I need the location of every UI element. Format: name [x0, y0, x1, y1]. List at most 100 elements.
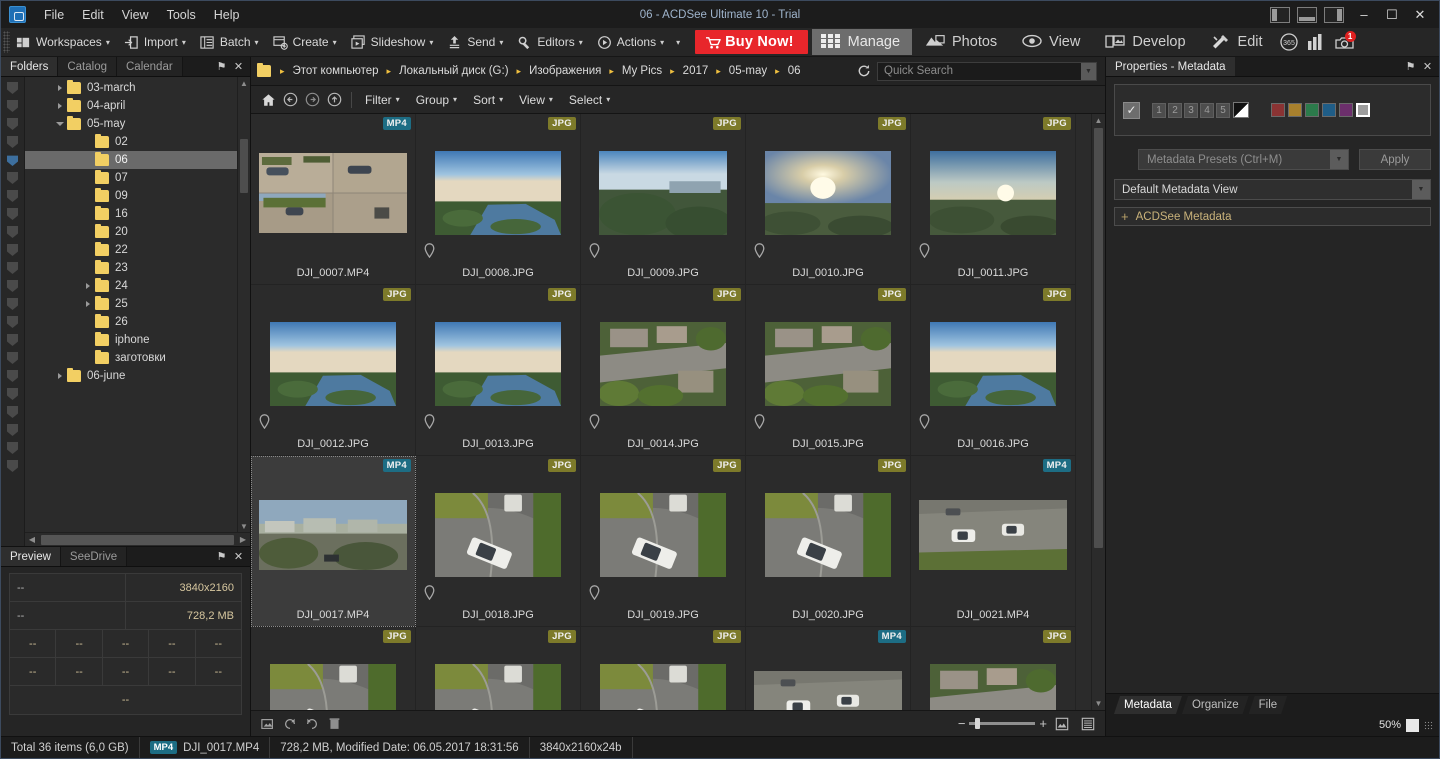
toolbar-grip[interactable] [3, 31, 10, 53]
mode-manage[interactable]: Manage [812, 29, 912, 55]
folder-tree-item[interactable]: 03-march [25, 79, 250, 97]
folder-tree-item[interactable]: 09 [25, 187, 250, 205]
rotate-right-icon[interactable] [301, 714, 323, 734]
toolbar-actions[interactable]: Actions ▾ [591, 28, 672, 57]
acdsee-metadata-section[interactable]: + ACDSee Metadata [1114, 207, 1431, 226]
breadcrumb-item[interactable]: Этот компьютер [290, 63, 382, 79]
thumbnail-cell[interactable]: MP4DJI_0007.MP4 [251, 114, 416, 285]
tree-expand-icon[interactable] [53, 85, 67, 91]
folder-tree-item[interactable]: iphone [25, 331, 250, 349]
thumbnail-view-icon[interactable] [1051, 714, 1073, 734]
pin-icon[interactable]: ⚑ [1403, 60, 1418, 73]
thumbnail-cell[interactable]: JPG [911, 627, 1076, 710]
folder-tree-item[interactable]: 26 [25, 313, 250, 331]
thumbnail-cell[interactable]: JPGDJI_0018.JPG [416, 456, 581, 627]
zoom-out-button[interactable]: − [958, 716, 966, 731]
rotate-left-icon[interactable] [279, 714, 301, 734]
buy-now-button[interactable]: Buy Now! [695, 30, 807, 54]
sort-menu[interactable]: Sort ▾ [466, 90, 512, 110]
color-label-swatch[interactable] [1305, 103, 1319, 117]
folder-tree-item[interactable]: 16 [25, 205, 250, 223]
tab-organize[interactable]: Organize [1182, 696, 1249, 714]
chart-bars-button[interactable] [1303, 29, 1331, 55]
zoom-slider[interactable] [969, 722, 1035, 725]
acdsee-365-button[interactable]: 365 [1275, 29, 1303, 55]
menu-tools[interactable]: Tools [158, 4, 205, 26]
thumbnail-grid[interactable]: MP4DJI_0007.MP4JPG DJI_0008.JPGJPG DJI_0… [251, 114, 1091, 710]
forward-icon[interactable] [301, 89, 323, 111]
rating-button[interactable]: 1 [1152, 103, 1166, 118]
tab-seedrive[interactable]: SeeDrive [61, 547, 127, 566]
thumbnail-cell[interactable]: JPG DJI_0012.JPG [251, 285, 416, 456]
color-label-swatch[interactable] [1288, 103, 1302, 117]
window-close-button[interactable]: ✕ [1407, 4, 1433, 26]
window-minimize-button[interactable]: – [1351, 4, 1377, 26]
thumbnail-cell[interactable]: JPGDJI_0020.JPG [746, 456, 911, 627]
tab-file[interactable]: File [1249, 696, 1288, 714]
close-icon[interactable]: ✕ [231, 60, 246, 73]
tree-expand-icon[interactable] [53, 122, 67, 126]
folder-tree-item[interactable]: 07 [25, 169, 250, 187]
thumbnail-cell[interactable]: MP4 [746, 627, 911, 710]
color-label-swatch[interactable] [1356, 103, 1370, 117]
thumbnail-cell[interactable]: JPG DJI_0016.JPG [911, 285, 1076, 456]
thumbnail-cell[interactable]: JPG [416, 627, 581, 710]
folder-tree[interactable]: 03-march04-april05-may020607091620222324… [25, 77, 250, 546]
thumbnail-cell[interactable]: JPG DJI_0010.JPG [746, 114, 911, 285]
refresh-button[interactable] [851, 64, 877, 78]
color-label-buttons[interactable] [1271, 103, 1373, 117]
toolbar-import[interactable]: Import ▾ [118, 28, 194, 57]
metadata-presets-select[interactable]: Metadata Presets (Ctrl+M) ▼ [1138, 149, 1349, 170]
group-menu[interactable]: Group ▾ [409, 90, 466, 110]
layout-bottom-panel-button[interactable] [1297, 7, 1317, 23]
zoom-box-icon[interactable] [1406, 719, 1419, 732]
home-icon[interactable] [257, 89, 279, 111]
scrollbar-thumb[interactable] [240, 139, 248, 193]
metadata-view-select[interactable]: Default Metadata View ▼ [1114, 179, 1431, 200]
breadcrumb-item[interactable]: My Pics [619, 63, 665, 79]
thumbnail-cell[interactable]: JPG DJI_0013.JPG [416, 285, 581, 456]
scroll-down-icon[interactable]: ▼ [238, 520, 250, 532]
rating-button[interactable]: 2 [1168, 103, 1182, 118]
toolbar-overflow-chevron-icon[interactable]: ▾ [676, 38, 680, 47]
folder-tree-item[interactable]: 22 [25, 241, 250, 259]
view-menu[interactable]: View ▾ [512, 90, 562, 110]
detail-view-icon[interactable] [1077, 714, 1099, 734]
chevron-down-icon[interactable]: ▾ [429, 38, 433, 47]
pin-icon[interactable]: ⚑ [214, 60, 229, 73]
tree-expand-icon[interactable] [53, 373, 67, 379]
thumbnail-cell[interactable]: JPG [251, 627, 416, 710]
menu-view[interactable]: View [113, 4, 158, 26]
toolbar-create[interactable]: Create ▾ [267, 28, 345, 57]
tree-expand-icon[interactable] [53, 103, 67, 109]
color-label-swatch[interactable] [1271, 103, 1285, 117]
scroll-right-icon[interactable]: ▶ [236, 535, 250, 544]
mode-view[interactable]: View [1013, 29, 1092, 55]
chevron-down-icon[interactable]: ▼ [1412, 180, 1430, 199]
chevron-down-icon[interactable]: ▾ [255, 38, 259, 47]
apply-button[interactable]: Apply [1359, 149, 1431, 170]
toolbar-send[interactable]: Send ▾ [441, 28, 511, 57]
folder-tree-vertical-scrollbar[interactable]: ▲ ▼ [237, 77, 250, 532]
mode-develop[interactable]: Develop [1096, 29, 1197, 55]
tab-calendar[interactable]: Calendar [117, 57, 183, 76]
thumbnail-cell[interactable]: JPG [581, 627, 746, 710]
layout-right-panel-button[interactable] [1324, 7, 1344, 23]
color-label-swatch[interactable] [1339, 103, 1353, 117]
chevron-down-icon[interactable]: ▼ [1081, 63, 1096, 80]
menu-file[interactable]: File [35, 4, 73, 26]
breadcrumb-item[interactable]: Изображения [526, 63, 604, 79]
toolbar-slideshow[interactable]: Slideshow ▾ [345, 28, 442, 57]
chevron-down-icon[interactable]: ▼ [1330, 150, 1348, 169]
chevron-down-icon[interactable]: ▾ [579, 38, 583, 47]
tree-expand-icon[interactable] [81, 301, 95, 307]
scroll-down-icon[interactable]: ▼ [1092, 697, 1105, 710]
toolbar-batch[interactable]: Batch ▾ [194, 28, 267, 57]
thumbnail-cell[interactable]: JPGDJI_0014.JPG [581, 285, 746, 456]
search-input[interactable] [878, 65, 1081, 77]
folder-tree-item[interactable]: 05-may [25, 115, 250, 133]
thumbnail-cell[interactable]: JPGDJI_0019.JPG [581, 456, 746, 627]
delete-icon[interactable] [323, 714, 345, 734]
tag-checkbox[interactable]: ✓ [1123, 102, 1140, 119]
thumbnail-cell[interactable]: JPG DJI_0009.JPG [581, 114, 746, 285]
